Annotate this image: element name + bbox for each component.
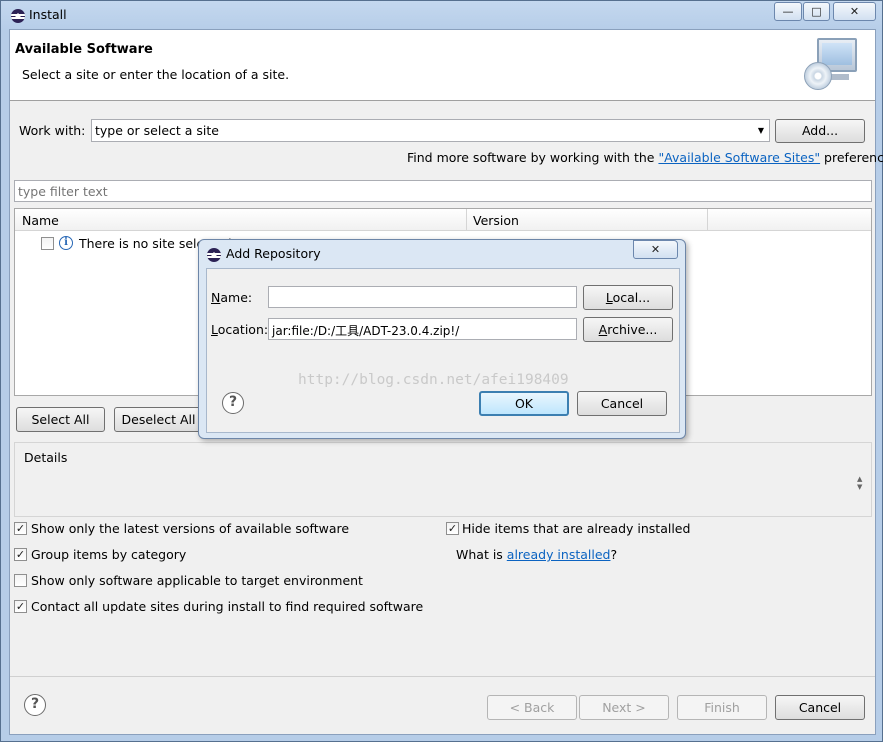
- find-more-prefix: Find more software by working with the: [407, 150, 659, 165]
- applicable-only-label: Show only software applicable to target …: [31, 573, 363, 588]
- dialog-body: Name: Local... Location: jar:file:/D:/工具…: [206, 268, 680, 433]
- column-divider: [707, 209, 708, 231]
- find-more-text: Find more software by working with the "…: [407, 150, 883, 165]
- watermark: http://blog.csdn.net/afei198409: [298, 372, 569, 388]
- details-label: Details: [24, 450, 68, 465]
- details-group: Details ▲ ▼: [14, 442, 872, 517]
- finish-button[interactable]: Finish: [677, 695, 767, 720]
- what-is-suffix: ?: [610, 547, 618, 562]
- row-checkbox[interactable]: [41, 237, 54, 250]
- contact-sites-label: Contact all update sites during install …: [31, 599, 424, 614]
- group-by-category-label: Group items by category: [31, 547, 187, 562]
- location-mnemonic: L: [211, 322, 218, 337]
- dialog-help-icon[interactable]: ?: [222, 392, 244, 414]
- local-label-rest: ocal...: [612, 290, 651, 305]
- location-value: jar:file:/D:/工具/ADT-23.0.4.zip!/: [272, 324, 460, 338]
- cancel-button[interactable]: Cancel: [775, 695, 865, 720]
- add-repository-dialog: Add Repository ✕ Name: Local... Location…: [198, 239, 686, 439]
- eclipse-icon: [11, 9, 25, 23]
- archive-label-rest: rchive...: [607, 322, 658, 337]
- group-by-category-checkbox[interactable]: ✓: [14, 548, 27, 561]
- maximize-button[interactable]: □: [803, 2, 830, 21]
- back-button[interactable]: < Back: [487, 695, 577, 720]
- name-label: Name:: [211, 290, 252, 305]
- table-header: Name Version: [15, 209, 871, 231]
- window-title: Install: [29, 7, 67, 22]
- chevron-down-icon[interactable]: ▼: [758, 126, 764, 135]
- applicable-only-checkbox[interactable]: [14, 574, 27, 587]
- window-close-button[interactable]: ✕: [833, 2, 876, 21]
- page-title: Available Software: [15, 42, 153, 57]
- latest-versions-label: Show only the latest versions of availab…: [31, 521, 350, 536]
- minimize-button[interactable]: —: [774, 2, 802, 21]
- location-label-rest: ocation:: [217, 322, 269, 337]
- name-label-rest: ame:: [220, 290, 253, 305]
- name-input[interactable]: [268, 286, 577, 308]
- select-all-button[interactable]: Select All: [16, 407, 105, 432]
- already-installed-link[interactable]: already installed: [507, 547, 611, 562]
- what-is-installed: What is already installed?: [456, 547, 617, 562]
- latest-versions-checkbox[interactable]: ✓: [14, 522, 27, 535]
- dialog-cancel-button[interactable]: Cancel: [577, 391, 667, 416]
- find-more-suffix: preferences.: [824, 150, 883, 165]
- archive-button[interactable]: Archive...: [583, 317, 673, 342]
- what-is-prefix: What is: [456, 547, 507, 562]
- local-button[interactable]: Local...: [583, 285, 673, 310]
- page-subtitle: Select a site or enter the location of a…: [22, 67, 290, 82]
- archive-mnemonic: A: [598, 322, 608, 337]
- location-label: Location:: [211, 322, 268, 337]
- deselect-all-button[interactable]: Deselect All: [114, 407, 203, 432]
- work-with-value: type or select a site: [95, 123, 219, 138]
- column-version[interactable]: Version: [473, 213, 519, 228]
- work-with-label: Work with:: [19, 123, 86, 138]
- dialog-title: Add Repository: [226, 246, 321, 261]
- available-software-sites-link[interactable]: "Available Software Sites": [658, 150, 820, 165]
- software-install-icon: [803, 36, 863, 92]
- next-button[interactable]: Next >: [579, 695, 669, 720]
- column-name[interactable]: Name: [22, 213, 59, 228]
- info-icon: i: [59, 236, 73, 250]
- ok-button[interactable]: OK: [479, 391, 569, 416]
- local-mnemonic: L: [605, 290, 613, 305]
- wizard-header: Available Software Select a site or ente…: [10, 30, 875, 101]
- details-scroll-arrows[interactable]: ▲ ▼: [857, 475, 862, 491]
- work-with-combo[interactable]: type or select a site ▼: [91, 119, 770, 142]
- hide-installed-checkbox[interactable]: ✓: [446, 522, 459, 535]
- hide-installed-label: Hide items that are already installed: [462, 521, 691, 536]
- add-site-button[interactable]: Add...: [775, 119, 865, 143]
- filter-input[interactable]: [14, 180, 872, 202]
- eclipse-icon: [207, 248, 221, 262]
- name-mnemonic: N: [211, 290, 221, 305]
- title-bar: Install — □ ✕: [1, 1, 883, 29]
- contact-sites-checkbox[interactable]: ✓: [14, 600, 27, 613]
- footer-divider: [10, 676, 875, 677]
- help-icon[interactable]: ?: [24, 694, 46, 716]
- dialog-close-button[interactable]: ✕: [633, 240, 678, 259]
- column-divider: [466, 209, 467, 231]
- location-input[interactable]: jar:file:/D:/工具/ADT-23.0.4.zip!/: [268, 318, 577, 340]
